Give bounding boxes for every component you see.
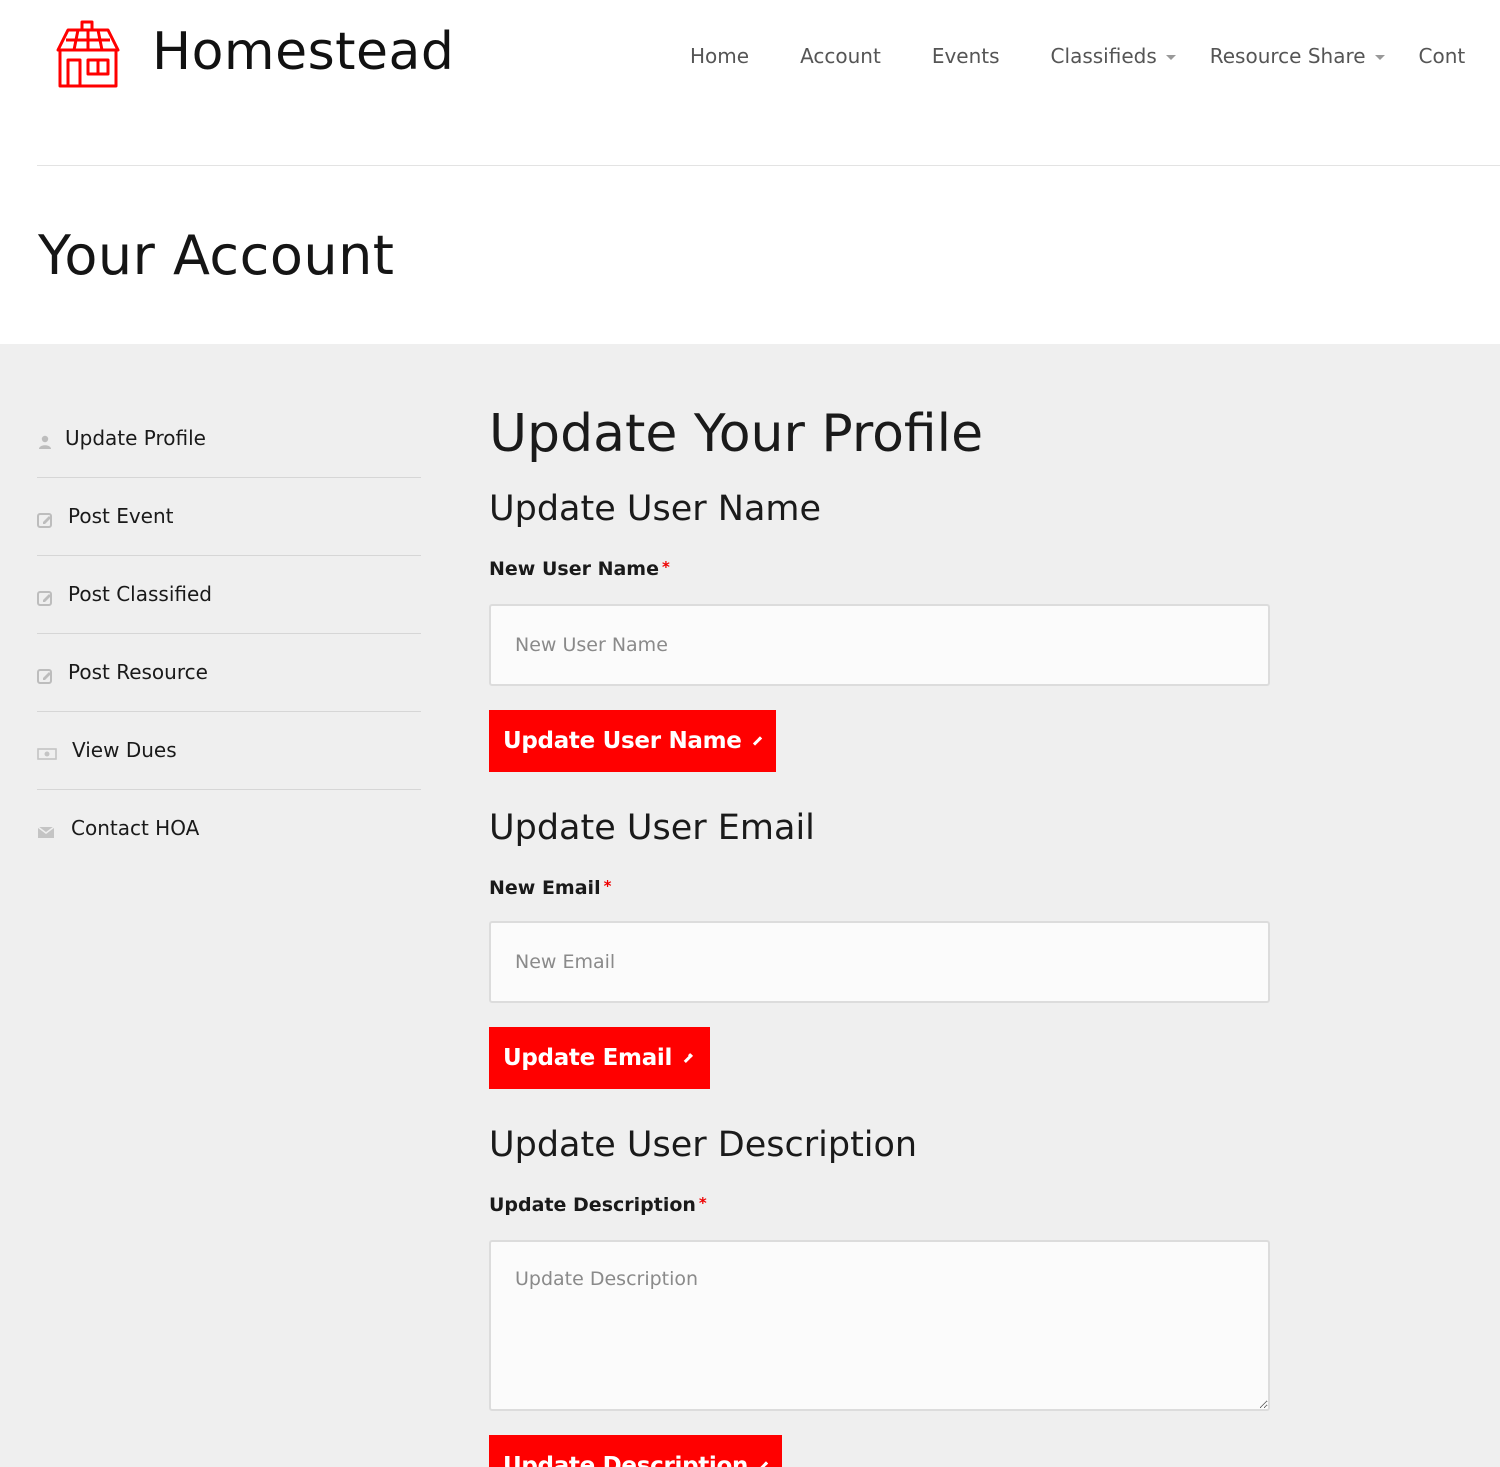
sidebar-item-post-event[interactable]: Post Event — [37, 478, 421, 556]
nav-account[interactable]: Account — [800, 44, 881, 68]
nav-account-label: Account — [800, 44, 881, 68]
sidebar-item-contact-hoa[interactable]: Contact HOA — [37, 790, 421, 868]
required-mark: * — [661, 558, 670, 576]
sidebar-item-label: Contact HOA — [71, 816, 200, 840]
sidebar-item-label: Post Event — [68, 504, 174, 528]
update-description-button-label: Update Description — [503, 1453, 749, 1467]
sidebar-item-label: View Dues — [72, 738, 177, 762]
nav-resource-share-label: Resource Share — [1209, 44, 1366, 68]
sidebar-item-post-resource[interactable]: Post Resource — [37, 634, 421, 712]
house-logo-icon[interactable] — [52, 18, 124, 90]
nav-classifieds-label: Classifieds — [1050, 44, 1157, 68]
nav-events-label: Events — [931, 44, 1000, 68]
nav-classifieds[interactable]: Classifieds — [1051, 44, 1176, 68]
form-title: Update Your Profile — [489, 404, 984, 464]
description-textarea[interactable] — [489, 1240, 1270, 1411]
sidebar-item-update-profile[interactable]: Update Profile — [37, 400, 421, 478]
sidebar-item-view-dues[interactable]: View Dues — [37, 712, 421, 790]
header-divider — [37, 165, 1500, 166]
money-icon — [37, 748, 57, 760]
page-title: Your Account — [38, 224, 395, 287]
nav-contact[interactable]: Cont — [1419, 44, 1466, 68]
chevron-right-icon — [758, 1461, 769, 1467]
chevron-right-icon — [683, 1053, 693, 1063]
nav-contact-label: Cont — [1418, 44, 1466, 68]
account-content: Update Profile Post Event Post Classifie… — [0, 344, 1500, 1467]
email-label: New Email * — [489, 877, 611, 899]
sidebar-item-label: Update Profile — [65, 426, 206, 450]
nav-events[interactable]: Events — [932, 44, 1000, 68]
required-mark: * — [603, 877, 612, 895]
email-label-text: New Email — [489, 877, 601, 899]
chevron-right-icon — [752, 736, 762, 746]
sidebar-item-label: Post Classified — [68, 582, 212, 606]
main-nav: Home Account Events Classifieds Resource… — [690, 44, 1500, 68]
username-heading: Update User Name — [489, 489, 822, 529]
update-email-button-label: Update Email — [503, 1045, 673, 1071]
description-label-text: Update Description — [489, 1194, 696, 1216]
email-input[interactable] — [489, 921, 1270, 1003]
edit-icon — [37, 591, 52, 606]
username-input[interactable] — [489, 604, 1270, 686]
caret-down-icon — [1165, 54, 1176, 60]
envelope-icon — [37, 826, 55, 838]
description-label: Update Description * — [489, 1194, 707, 1216]
edit-icon — [37, 513, 52, 528]
update-username-button[interactable]: Update User Name — [489, 710, 776, 772]
update-email-button[interactable]: Update Email — [489, 1027, 710, 1089]
account-sidebar: Update Profile Post Event Post Classifie… — [37, 400, 421, 868]
update-description-button[interactable]: Update Description — [489, 1435, 782, 1467]
nav-home-label: Home — [690, 44, 750, 68]
required-mark: * — [698, 1194, 707, 1212]
nav-resource-share[interactable]: Resource Share — [1210, 44, 1385, 68]
brand-name[interactable]: Homestead — [152, 22, 454, 82]
username-label: New User Name * — [489, 558, 670, 580]
user-icon — [39, 435, 51, 449]
username-label-text: New User Name — [489, 558, 659, 580]
sidebar-item-post-classified[interactable]: Post Classified — [37, 556, 421, 634]
sidebar-item-label: Post Resource — [68, 660, 208, 684]
description-heading: Update User Description — [489, 1125, 918, 1165]
nav-home[interactable]: Home — [690, 44, 749, 68]
email-heading: Update User Email — [489, 808, 815, 848]
site-header: Homestead Home Account Events Classified… — [0, 0, 1500, 166]
edit-icon — [37, 669, 52, 684]
caret-down-icon — [1374, 54, 1385, 60]
update-username-button-label: Update User Name — [503, 728, 742, 754]
